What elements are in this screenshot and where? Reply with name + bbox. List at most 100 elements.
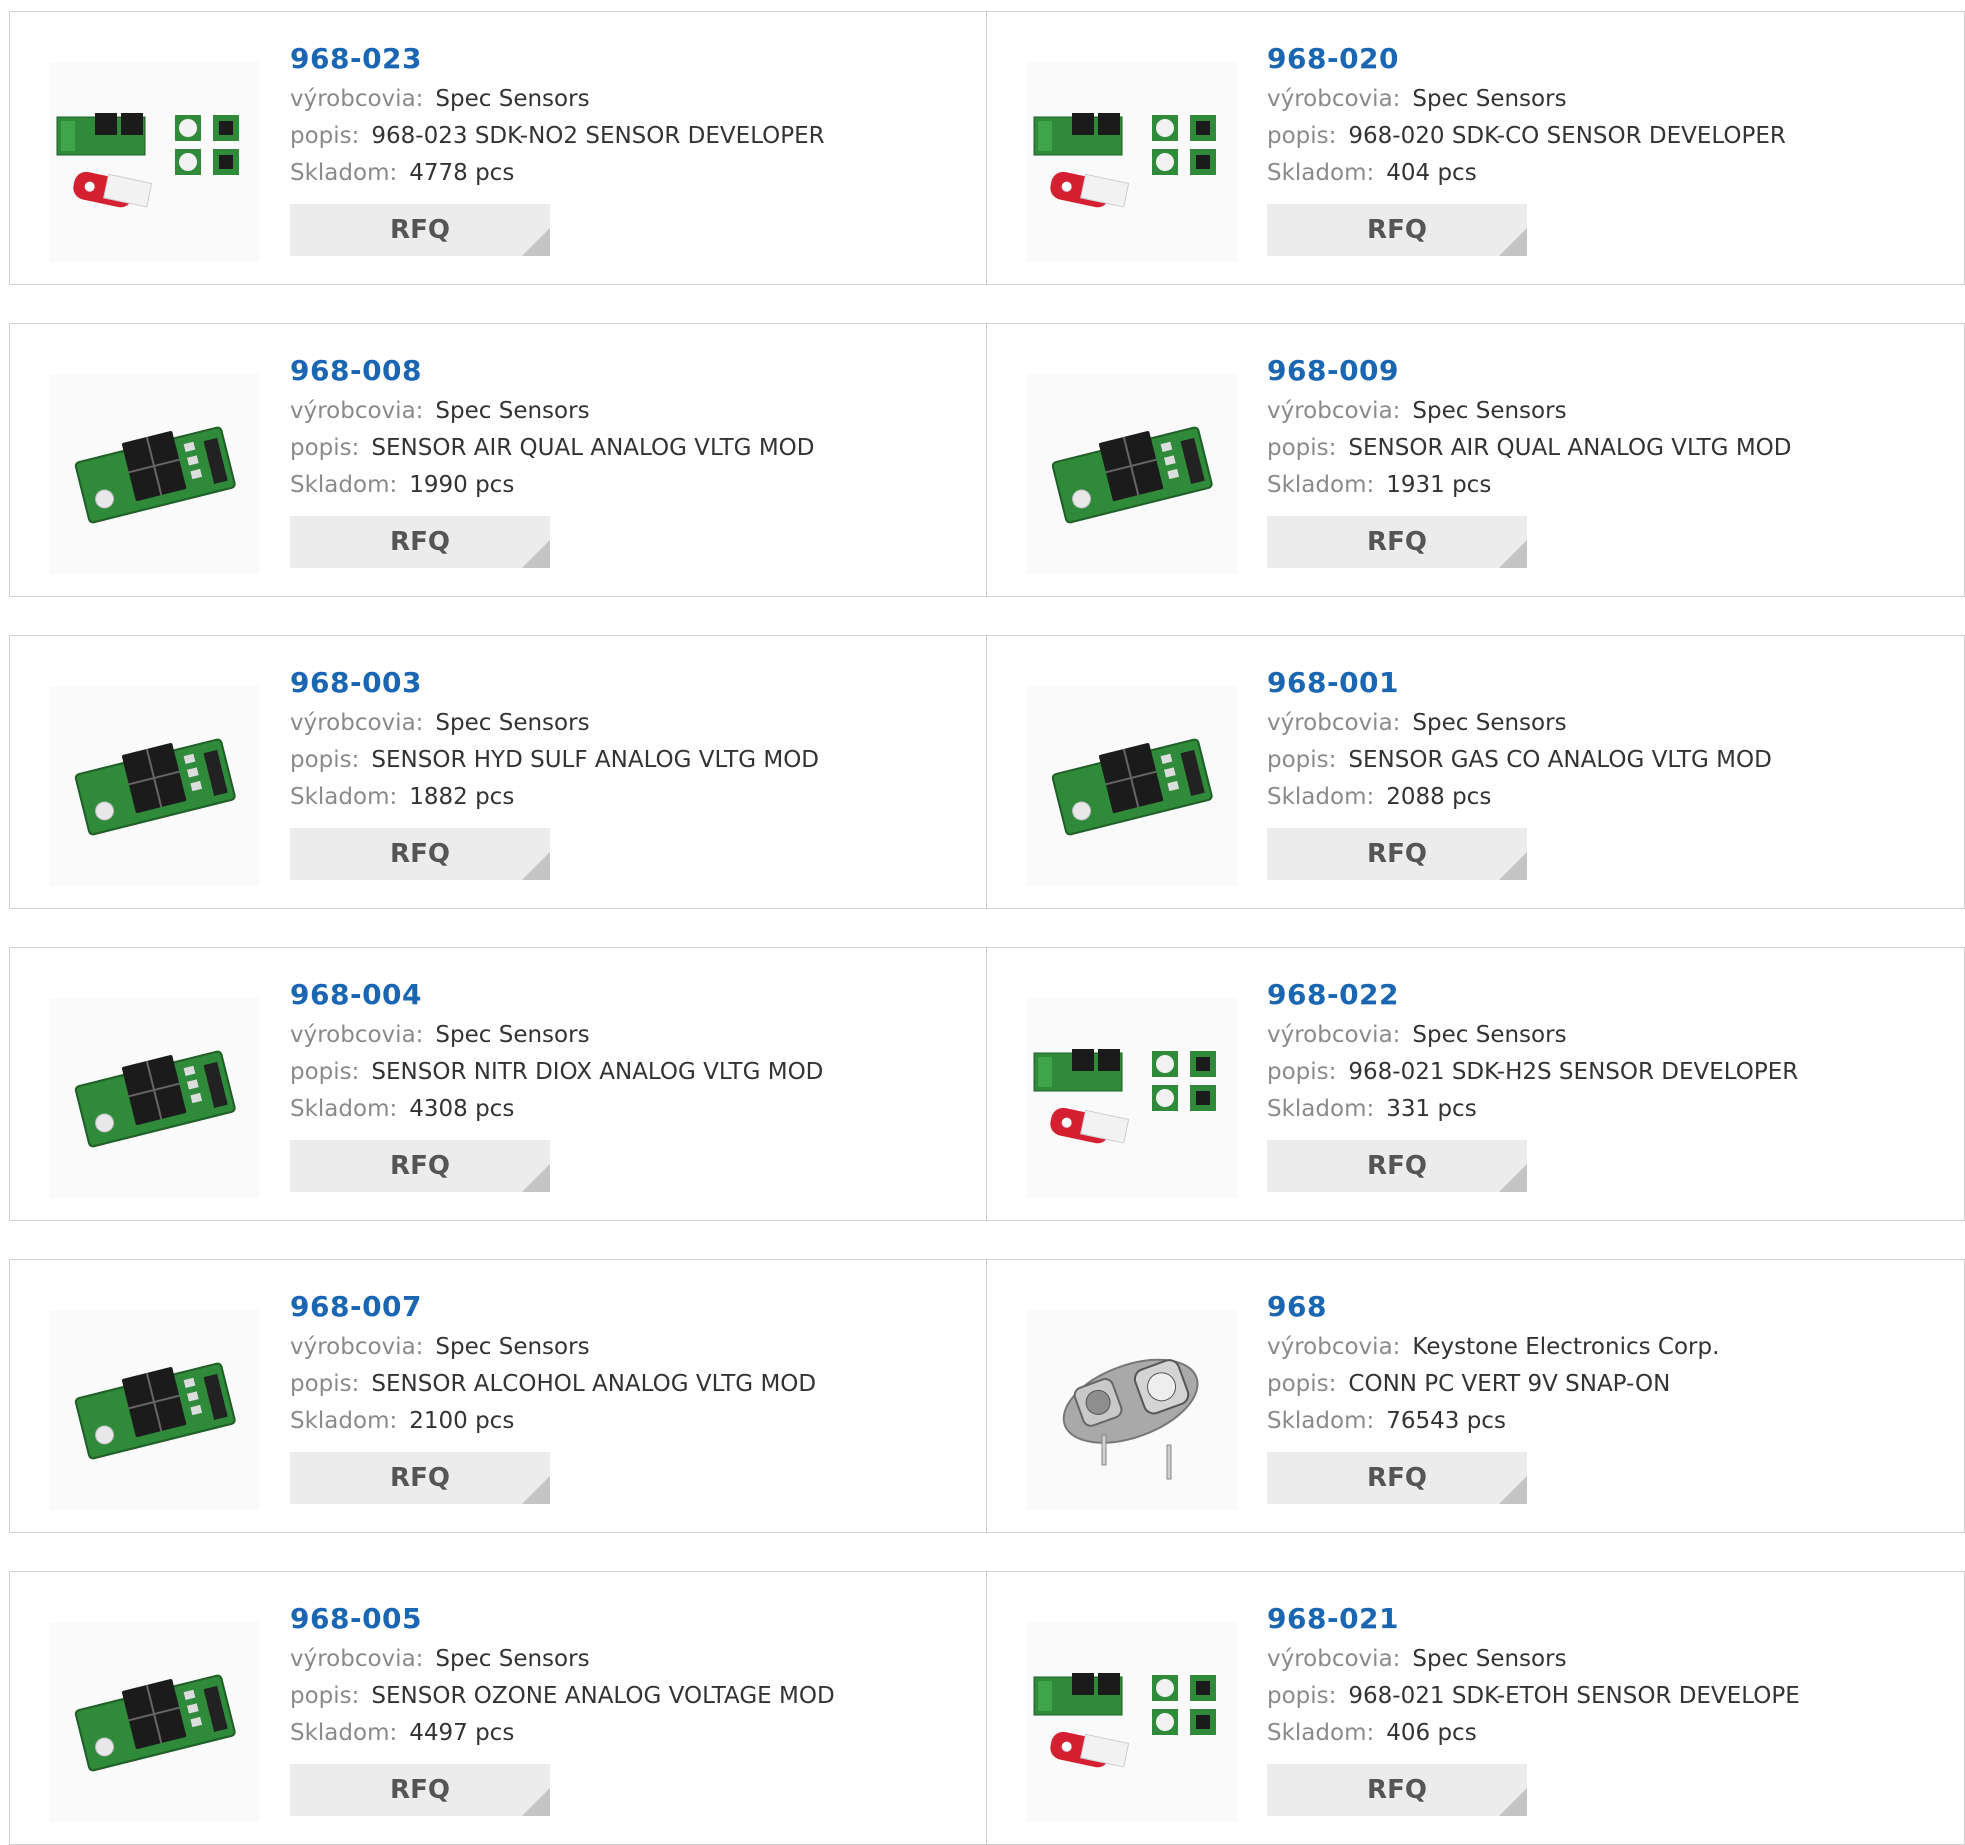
product-card: 968-008 výrobcovia: Spec Sensors popis: SE… bbox=[9, 323, 987, 597]
product-card: 968-023 výrobcovia: Spec Sensors popis: 96… bbox=[9, 11, 987, 285]
stock-label: Skladom: bbox=[1267, 1408, 1375, 1434]
product-info: 968-023 výrobcovia: Spec Sensors popis: 96… bbox=[290, 42, 966, 256]
stock-value: 76543 pcs bbox=[1386, 1408, 1506, 1434]
description-value: SENSOR NITR DIOX ANALOG VLTG MOD bbox=[371, 1059, 824, 1085]
rfq-button[interactable]: RFQ bbox=[1267, 516, 1527, 568]
description-label: popis: bbox=[1267, 1371, 1337, 1397]
description-row: popis: 968-020 SDK-CO SENSOR DEVELOPER bbox=[1267, 118, 1944, 155]
rfq-label: RFQ bbox=[390, 215, 450, 245]
corner-arrow-icon bbox=[522, 852, 550, 880]
description-value: 968-021 SDK-ETOH SENSOR DEVELOPE bbox=[1348, 1683, 1800, 1709]
product-card: 968-001 výrobcovia: Spec Sensors popis: SE… bbox=[987, 635, 1965, 909]
product-image[interactable] bbox=[50, 62, 260, 262]
stock-label: Skladom: bbox=[1267, 1096, 1375, 1122]
manufacturer-label: výrobcovia: bbox=[1267, 1646, 1401, 1672]
stock-value: 406 pcs bbox=[1386, 1720, 1477, 1746]
description-value: SENSOR AIR QUAL ANALOG VLTG MOD bbox=[1348, 435, 1792, 461]
product-info: 968-004 výrobcovia: Spec Sensors popis: SE… bbox=[290, 978, 966, 1192]
product-image[interactable] bbox=[1027, 62, 1237, 262]
corner-arrow-icon bbox=[1499, 228, 1527, 256]
description-row: popis: SENSOR OZONE ANALOG VOLTAGE MOD bbox=[290, 1678, 966, 1715]
part-number-link[interactable]: 968-004 bbox=[290, 978, 422, 1011]
manufacturer-label: výrobcovia: bbox=[290, 86, 424, 112]
manufacturer-row: výrobcovia: Keystone Electronics Corp. bbox=[1267, 1329, 1944, 1366]
part-number-link[interactable]: 968-022 bbox=[1267, 978, 1399, 1011]
description-row: popis: 968-021 SDK-ETOH SENSOR DEVELOPE bbox=[1267, 1678, 1944, 1715]
product-image[interactable] bbox=[1027, 998, 1237, 1198]
product-image[interactable] bbox=[50, 686, 260, 886]
manufacturer-label: výrobcovia: bbox=[1267, 1022, 1401, 1048]
manufacturer-row: výrobcovia: Spec Sensors bbox=[290, 705, 966, 742]
stock-label: Skladom: bbox=[290, 1720, 398, 1746]
rfq-button[interactable]: RFQ bbox=[1267, 204, 1527, 256]
rfq-button[interactable]: RFQ bbox=[1267, 1764, 1527, 1816]
description-value: CONN PC VERT 9V SNAP-ON bbox=[1348, 1371, 1671, 1397]
part-number-link[interactable]: 968-001 bbox=[1267, 666, 1399, 699]
stock-label: Skladom: bbox=[1267, 160, 1375, 186]
manufacturer-label: výrobcovia: bbox=[1267, 1334, 1401, 1360]
rfq-button[interactable]: RFQ bbox=[290, 1452, 550, 1504]
stock-label: Skladom: bbox=[290, 1096, 398, 1122]
description-row: popis: SENSOR HYD SULF ANALOG VLTG MOD bbox=[290, 742, 966, 779]
description-value: SENSOR AIR QUAL ANALOG VLTG MOD bbox=[371, 435, 815, 461]
product-card: 968-020 výrobcovia: Spec Sensors popis: 96… bbox=[987, 11, 1965, 285]
rfq-label: RFQ bbox=[390, 839, 450, 869]
product-card: 968 výrobcovia: Keystone Electronics Corp… bbox=[987, 1259, 1965, 1533]
rfq-button[interactable]: RFQ bbox=[290, 516, 550, 568]
stock-value: 1882 pcs bbox=[409, 784, 515, 810]
part-number-link[interactable]: 968-005 bbox=[290, 1602, 422, 1635]
manufacturer-label: výrobcovia: bbox=[1267, 86, 1401, 112]
rfq-button[interactable]: RFQ bbox=[1267, 1140, 1527, 1192]
rfq-button[interactable]: RFQ bbox=[290, 204, 550, 256]
stock-value: 2100 pcs bbox=[409, 1408, 515, 1434]
rfq-button[interactable]: RFQ bbox=[1267, 1452, 1527, 1504]
manufacturer-label: výrobcovia: bbox=[290, 1334, 424, 1360]
product-image[interactable] bbox=[1027, 374, 1237, 574]
product-image[interactable] bbox=[50, 1622, 260, 1822]
rfq-label: RFQ bbox=[1367, 1151, 1427, 1181]
part-number-link[interactable]: 968-020 bbox=[1267, 42, 1399, 75]
manufacturer-row: výrobcovia: Spec Sensors bbox=[1267, 81, 1944, 118]
manufacturer-value: Spec Sensors bbox=[1412, 1022, 1567, 1048]
product-image[interactable] bbox=[1027, 686, 1237, 886]
stock-value: 4778 pcs bbox=[409, 160, 515, 186]
description-label: popis: bbox=[1267, 123, 1337, 149]
rfq-label: RFQ bbox=[390, 527, 450, 557]
part-number-link[interactable]: 968-021 bbox=[1267, 1602, 1399, 1635]
part-number-link[interactable]: 968-023 bbox=[290, 42, 422, 75]
rfq-label: RFQ bbox=[1367, 527, 1427, 557]
description-row: popis: SENSOR NITR DIOX ANALOG VLTG MOD bbox=[290, 1054, 966, 1091]
description-row: popis: 968-023 SDK-NO2 SENSOR DEVELOPER bbox=[290, 118, 966, 155]
product-image[interactable] bbox=[1027, 1310, 1237, 1510]
product-image[interactable] bbox=[50, 374, 260, 574]
manufacturer-value: Spec Sensors bbox=[435, 1334, 590, 1360]
part-number-link[interactable]: 968-003 bbox=[290, 666, 422, 699]
product-image[interactable] bbox=[1027, 1622, 1237, 1822]
rfq-label: RFQ bbox=[390, 1151, 450, 1181]
part-number-link[interactable]: 968-008 bbox=[290, 354, 422, 387]
product-info: 968 výrobcovia: Keystone Electronics Corp… bbox=[1267, 1290, 1944, 1504]
rfq-button[interactable]: RFQ bbox=[290, 1764, 550, 1816]
stock-label: Skladom: bbox=[290, 472, 398, 498]
part-number-link[interactable]: 968-007 bbox=[290, 1290, 422, 1323]
manufacturer-label: výrobcovia: bbox=[290, 1022, 424, 1048]
corner-arrow-icon bbox=[1499, 540, 1527, 568]
rfq-button[interactable]: RFQ bbox=[290, 828, 550, 880]
manufacturer-value: Spec Sensors bbox=[435, 398, 590, 424]
product-info: 968-005 výrobcovia: Spec Sensors popis: SE… bbox=[290, 1602, 966, 1816]
manufacturer-row: výrobcovia: Spec Sensors bbox=[290, 393, 966, 430]
product-card: 968-021 výrobcovia: Spec Sensors popis: 96… bbox=[987, 1571, 1965, 1845]
description-label: popis: bbox=[290, 1059, 360, 1085]
manufacturer-label: výrobcovia: bbox=[1267, 710, 1401, 736]
part-number-link[interactable]: 968 bbox=[1267, 1290, 1327, 1323]
stock-row: Skladom: 1990 pcs bbox=[290, 467, 966, 504]
corner-arrow-icon bbox=[522, 1164, 550, 1192]
manufacturer-value: Spec Sensors bbox=[1412, 1646, 1567, 1672]
rfq-button[interactable]: RFQ bbox=[290, 1140, 550, 1192]
rfq-label: RFQ bbox=[1367, 1775, 1427, 1805]
rfq-button[interactable]: RFQ bbox=[1267, 828, 1527, 880]
product-card: 968-007 výrobcovia: Spec Sensors popis: SE… bbox=[9, 1259, 987, 1533]
product-image[interactable] bbox=[50, 1310, 260, 1510]
part-number-link[interactable]: 968-009 bbox=[1267, 354, 1399, 387]
product-image[interactable] bbox=[50, 998, 260, 1198]
